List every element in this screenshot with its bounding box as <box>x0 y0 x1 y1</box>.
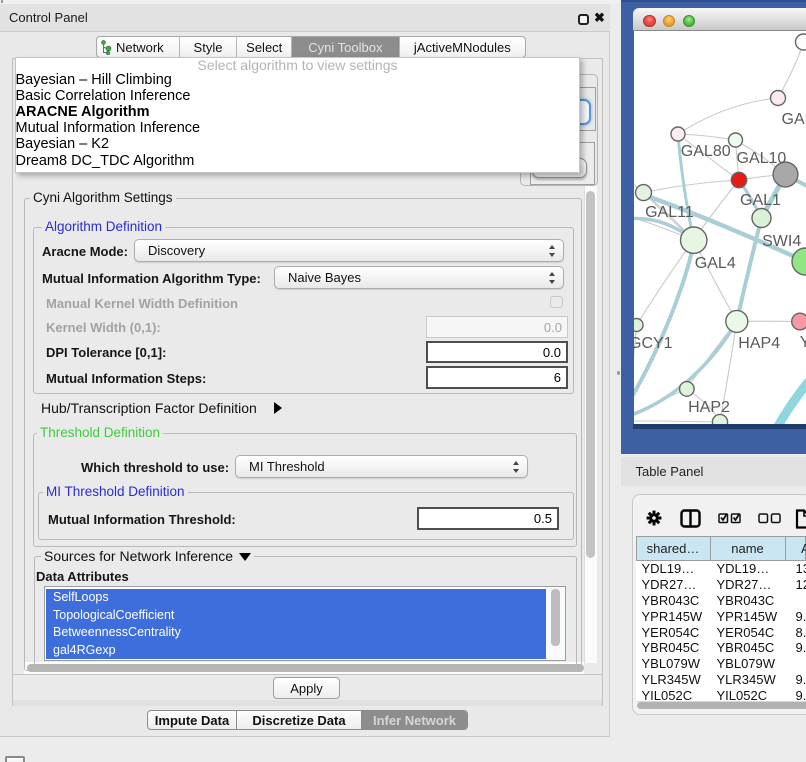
svg-text:GCY1: GCY1 <box>634 335 673 352</box>
svg-text:SWI4: SWI4 <box>762 233 801 250</box>
svg-text:GAL11: GAL11 <box>645 204 694 221</box>
svg-text:Y: Y <box>799 334 806 351</box>
svg-text:GAL1: GAL1 <box>740 192 781 209</box>
svg-text:GAL10: GAL10 <box>736 150 786 167</box>
svg-text:HAP4: HAP4 <box>738 335 780 352</box>
svg-text:GAL7: GAL7 <box>781 111 806 128</box>
svg-text:GAL4: GAL4 <box>694 255 735 272</box>
svg-text:HAP2: HAP2 <box>688 399 730 416</box>
svg-text:GAL80: GAL80 <box>680 143 730 160</box>
